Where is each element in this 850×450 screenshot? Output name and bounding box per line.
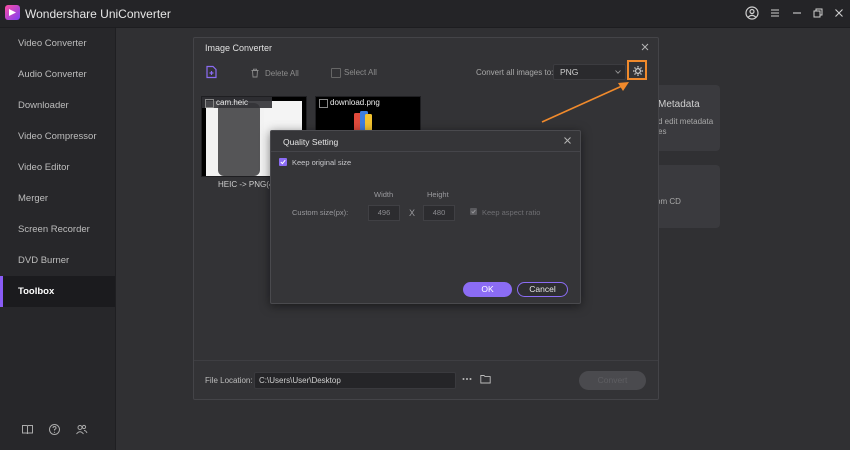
keep-aspect-label: Keep aspect ratio [482,208,541,217]
folder-icon[interactable] [480,374,491,384]
file-location-input[interactable]: C:\Users\User\Desktop [254,372,456,389]
sidebar: Video Converter Audio Converter Download… [0,28,116,450]
app-title: Wondershare UniConverter [25,7,171,21]
image-thumbnail[interactable]: download.png [315,96,421,134]
quality-dialog-title: Quality Setting [283,137,339,147]
size-separator: X [409,208,416,218]
sidebar-item-label: Video Compressor [18,131,97,142]
height-label: Height [427,190,449,199]
select-all-checkbox[interactable] [331,68,341,78]
sidebar-item-toolbox[interactable]: Toolbox [0,276,115,307]
convert-button[interactable]: Convert [579,371,646,390]
users-icon[interactable] [75,423,88,436]
add-image-icon[interactable] [205,65,219,79]
annotation-arrow-icon [541,82,629,123]
more-icon[interactable] [462,376,472,382]
sidebar-item-label: Video Editor [18,162,70,173]
sidebar-item-dvd-burner[interactable]: DVD Burner [0,245,115,276]
file-location-label: File Location: [205,376,253,385]
trash-icon[interactable] [250,68,260,78]
sidebar-item-label: Merger [18,193,49,204]
title-bar: Wondershare UniConverter [0,0,850,28]
sidebar-item-label: Toolbox [18,286,55,297]
item-checkbox[interactable] [319,99,328,108]
close-icon[interactable] [832,6,846,20]
quality-setting-dialog: Quality Setting Keep original size Width… [270,130,581,304]
format-value: PNG [560,67,579,77]
item-checkbox[interactable] [205,99,214,108]
ok-button[interactable]: OK [463,282,512,297]
sidebar-item-label: DVD Burner [18,255,70,266]
keep-original-label: Keep original size [292,158,352,167]
checkmark-icon [471,209,476,214]
annotation-highlight-box [627,60,647,80]
sidebar-item-audio-converter[interactable]: Audio Converter [0,59,115,90]
convert-all-label: Convert all images to: [476,68,554,77]
account-icon[interactable] [745,6,759,20]
uniconverter-logo-icon [5,5,20,20]
keep-original-checkbox[interactable] [279,158,287,166]
sidebar-item-label: Video Converter [18,38,87,49]
select-all-label: Select All [344,68,377,77]
sidebar-item-video-compressor[interactable]: Video Compressor [0,121,115,152]
phone-image [218,103,260,176]
keep-aspect-checkbox[interactable] [470,208,477,215]
chevron-down-icon [615,70,621,74]
restore-icon[interactable] [811,6,825,20]
metadata-card-title: Metadata [658,99,700,110]
cd-card-text: om CD [656,197,681,206]
sidebar-item-screen-recorder[interactable]: Screen Recorder [0,214,115,245]
divider [194,360,658,361]
image-filename: cam.heic [216,98,249,107]
dialog-title: Image Converter [205,43,273,53]
cancel-button[interactable]: Cancel [517,282,568,297]
close-icon[interactable] [640,42,650,52]
height-input[interactable]: 480 [423,205,455,221]
help-icon[interactable] [48,423,61,436]
metadata-card-text-2: es [658,127,667,136]
minimize-icon[interactable] [790,6,804,20]
sidebar-item-merger[interactable]: Merger [0,183,115,214]
sidebar-item-downloader[interactable]: Downloader [0,90,115,121]
sidebar-item-label: Audio Converter [18,69,87,80]
file-location-value: C:\Users\User\Desktop [259,376,341,385]
sidebar-item-video-converter[interactable]: Video Converter [0,28,115,59]
width-label: Width [374,190,394,199]
delete-all-button[interactable]: Delete All [265,69,299,78]
book-icon[interactable] [21,423,34,436]
image-filename: download.png [330,98,380,107]
close-icon[interactable] [563,136,572,145]
divider [271,151,580,152]
checkmark-icon [280,159,286,165]
sidebar-item-label: Downloader [18,100,69,111]
menu-icon[interactable] [768,6,782,20]
sidebar-item-video-editor[interactable]: Video Editor [0,152,115,183]
width-input[interactable]: 496 [368,205,400,221]
custom-size-label: Custom size(px): [292,208,349,217]
sidebar-item-label: Screen Recorder [18,224,90,235]
